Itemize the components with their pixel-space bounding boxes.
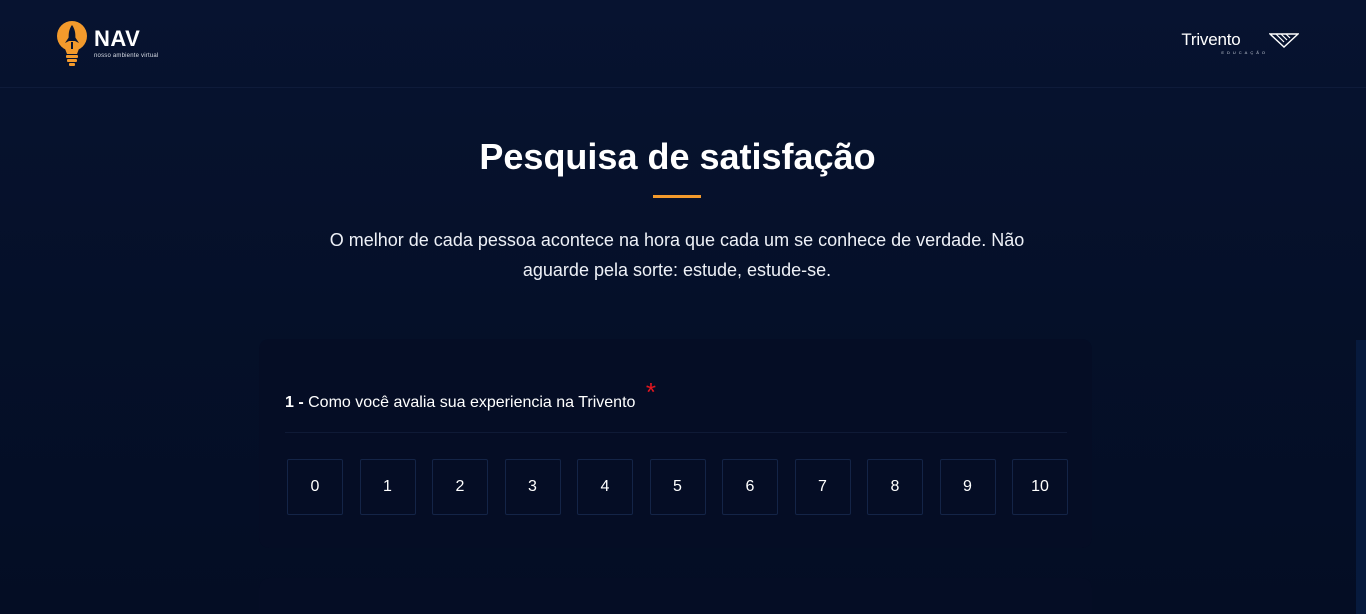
rating-option-8[interactable]: 8 <box>867 459 923 515</box>
rating-option-3[interactable]: 3 <box>504 459 561 515</box>
rating-scale: 0 1 2 3 4 5 6 7 8 9 10 <box>287 459 1068 515</box>
header: NAV nosso ambiente virtual Trivento EDUC… <box>0 0 1366 88</box>
page-title: Pesquisa de satisfação <box>479 136 876 177</box>
rating-option-7[interactable]: 7 <box>794 459 851 515</box>
rating-option-10[interactable]: 10 <box>1012 459 1068 515</box>
nav-tagline: nosso ambiente virtual <box>94 53 159 59</box>
scrollbar[interactable] <box>1356 340 1366 614</box>
question-divider <box>285 432 1067 433</box>
title-divider <box>653 195 701 198</box>
required-mark: * <box>645 377 656 407</box>
rocket-bulb-icon <box>57 21 87 66</box>
trivento-logo[interactable]: Trivento EDUCAÇÃO <box>1181 31 1299 55</box>
rating-option-5[interactable]: 5 <box>649 459 706 515</box>
question-card: 1 - Como você avalia sua experiencia na … <box>259 339 1092 548</box>
rating-option-4[interactable]: 4 <box>577 459 633 515</box>
hero: Pesquisa de satisfação O melhor de cada … <box>0 130 1366 285</box>
rating-option-2[interactable]: 2 <box>432 459 488 515</box>
nav-brand: NAV <box>94 26 141 51</box>
next-question-card <box>259 578 1092 614</box>
trivento-mark-icon <box>1269 33 1299 48</box>
page-subtitle: O melhor de cada pessoa acontece na hora… <box>329 230 1025 280</box>
nav-logo[interactable]: NAV nosso ambiente virtual <box>55 20 158 68</box>
trivento-sub: EDUCAÇÃO <box>1221 50 1268 55</box>
rating-option-0[interactable]: 0 <box>287 459 343 515</box>
rating-option-6[interactable]: 6 <box>722 459 778 515</box>
trivento-brand: Trivento <box>1181 30 1241 49</box>
question-number: 1 - <box>285 394 304 411</box>
question-text: Como você avalia sua experiencia na Triv… <box>308 394 636 411</box>
rating-option-9[interactable]: 9 <box>939 459 996 515</box>
question-label: 1 - Como você avalia sua experiencia na … <box>285 377 656 414</box>
page: NAV nosso ambiente virtual Trivento EDUC… <box>0 0 1366 614</box>
rating-option-1[interactable]: 1 <box>359 459 416 515</box>
